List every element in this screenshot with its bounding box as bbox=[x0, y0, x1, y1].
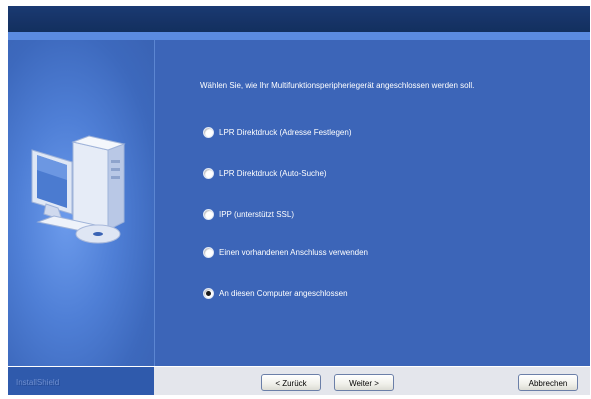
title-bar bbox=[8, 6, 590, 32]
button-bar: InstallShield < Zurück Weiter > Abbreche… bbox=[8, 366, 590, 395]
option-ipp[interactable]: IPP (unterstützt SSL) bbox=[203, 209, 294, 220]
next-button[interactable]: Weiter > bbox=[334, 374, 394, 391]
installshield-label: InstallShield bbox=[16, 378, 60, 387]
radio-button-selected[interactable] bbox=[203, 288, 214, 299]
wizard-content: Wählen Sie, wie Ihr Multifunktionsperiph… bbox=[155, 40, 590, 366]
header-strip bbox=[8, 32, 590, 40]
option-lpr-auto[interactable]: LPR Direktdruck (Auto-Suche) bbox=[203, 168, 327, 179]
option-label: An diesen Computer angeschlossen bbox=[219, 289, 348, 298]
radio-button[interactable] bbox=[203, 209, 214, 220]
radio-button[interactable] bbox=[203, 168, 214, 179]
option-lpr-address[interactable]: LPR Direktdruck (Adresse Festlegen) bbox=[203, 127, 352, 138]
radio-button[interactable] bbox=[203, 127, 214, 138]
option-local-computer[interactable]: An diesen Computer angeschlossen bbox=[203, 288, 348, 299]
radio-button[interactable] bbox=[203, 247, 214, 258]
computer-with-cd-icon bbox=[31, 135, 126, 244]
wizard-side-panel bbox=[8, 40, 155, 366]
installer-window: Wählen Sie, wie Ihr Multifunktionsperiph… bbox=[8, 6, 590, 395]
option-existing-port[interactable]: Einen vorhandenen Anschluss verwenden bbox=[203, 247, 368, 258]
installshield-area: InstallShield bbox=[8, 367, 154, 395]
back-button[interactable]: < Zurück bbox=[261, 374, 321, 391]
cancel-button[interactable]: Abbrechen bbox=[518, 374, 578, 391]
option-label: LPR Direktdruck (Auto-Suche) bbox=[219, 169, 327, 178]
option-label: IPP (unterstützt SSL) bbox=[219, 210, 294, 219]
prompt-text: Wählen Sie, wie Ihr Multifunktionsperiph… bbox=[200, 81, 475, 90]
option-label: Einen vorhandenen Anschluss verwenden bbox=[219, 248, 368, 257]
option-label: LPR Direktdruck (Adresse Festlegen) bbox=[219, 128, 352, 137]
